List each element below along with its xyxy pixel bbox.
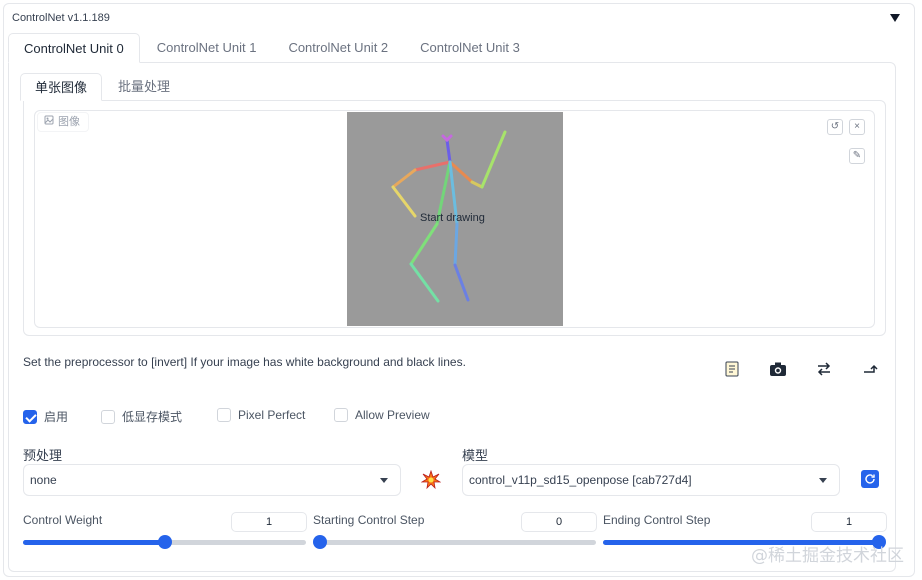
undo-icon[interactable]: ↺ — [827, 119, 843, 135]
pixel-perfect-checkbox-box[interactable] — [217, 408, 231, 422]
tab-controlnet-unit-1[interactable]: ControlNet Unit 1 — [142, 33, 272, 63]
lowvram-checkbox[interactable]: 低显存模式 — [101, 408, 182, 425]
enable-checkbox-box[interactable] — [23, 409, 37, 424]
explosion-icon[interactable] — [420, 469, 442, 490]
close-icon[interactable]: × — [849, 119, 865, 135]
tab-controlnet-unit-0[interactable]: ControlNet Unit 0 — [8, 33, 140, 63]
pose-head — [441, 134, 453, 143]
enable-checkbox[interactable]: 启用 — [23, 408, 68, 425]
tab-batch[interactable]: 批量处理 — [104, 73, 184, 101]
image-tab-bar: 单张图像 批量处理 — [20, 73, 186, 101]
swap-icon[interactable] — [812, 357, 836, 381]
pose-left-thigh — [409, 222, 439, 266]
pose-right-thigh — [453, 222, 459, 267]
pixel-perfect-checkbox[interactable]: Pixel Perfect — [217, 408, 305, 422]
allow-preview-checkbox-box[interactable] — [334, 408, 348, 422]
tab-single-image[interactable]: 单张图像 — [20, 73, 103, 101]
image-icon — [44, 113, 54, 131]
brush-icon[interactable]: ✎ — [849, 148, 865, 164]
unit-tab-bar: ControlNet Unit 0 ControlNet Unit 1 Cont… — [8, 33, 537, 63]
image-label: 图像 — [37, 112, 89, 132]
control-weight-thumb[interactable] — [157, 535, 172, 549]
model-label: 模型 — [462, 448, 489, 463]
control-weight-label: Control Weight — [23, 513, 103, 527]
ending-step-input[interactable]: 1 — [811, 512, 887, 532]
canvas-placeholder-text: Start drawing — [420, 212, 485, 224]
chevron-down-icon — [819, 478, 827, 483]
pose-left-shoulder — [413, 160, 452, 172]
tab-controlnet-unit-3[interactable]: ControlNet Unit 3 — [405, 33, 535, 63]
starting-step-input[interactable]: 0 — [521, 512, 597, 532]
image-label-text: 图像 — [58, 116, 80, 128]
lowvram-label: 低显存模式 — [122, 410, 183, 424]
watermark: @稀土掘金技术社区 — [751, 546, 904, 566]
tab-controlnet-unit-2[interactable]: ControlNet Unit 2 — [273, 33, 403, 63]
allow-preview-checkbox[interactable]: Allow Preview — [334, 408, 430, 422]
panel-title: ControlNet v1.1.189 — [12, 12, 110, 24]
preprocessor-label: 预处理 — [23, 448, 63, 463]
lowvram-checkbox-box[interactable] — [101, 409, 115, 424]
chevron-down-icon — [380, 478, 388, 483]
starting-step-thumb[interactable] — [313, 535, 327, 549]
pixel-perfect-label: Pixel Perfect — [238, 408, 306, 422]
pose-right-upper-arm — [470, 180, 484, 189]
collapse-arrow-icon[interactable] — [890, 14, 900, 22]
ending-step-label: Ending Control Step — [603, 513, 711, 527]
pose-right-shin — [453, 263, 470, 302]
refresh-icon[interactable] — [861, 470, 879, 488]
starting-step-slider[interactable] — [313, 535, 596, 549]
model-value: control_v11p_sd15_openpose [cab727d4] — [469, 473, 692, 487]
send-arrow-icon[interactable] — [858, 357, 882, 381]
pose-left-shin — [409, 262, 440, 303]
notepad-icon[interactable] — [720, 357, 744, 381]
pose-left-upper-arm — [391, 168, 417, 189]
model-select[interactable]: control_v11p_sd15_openpose [cab727d4] — [462, 464, 840, 496]
control-weight-slider[interactable] — [23, 535, 306, 549]
control-weight-input[interactable]: 1 — [231, 512, 307, 532]
preprocessor-select[interactable]: none — [23, 464, 401, 496]
enable-label: 启用 — [44, 410, 69, 424]
pose-neck — [445, 138, 452, 164]
allow-preview-label: Allow Preview — [355, 408, 430, 422]
starting-step-label: Starting Control Step — [313, 513, 425, 527]
preprocessor-hint: Set the preprocessor to [invert] If your… — [23, 355, 466, 369]
camera-icon[interactable] — [766, 357, 790, 381]
control-weight-fill — [23, 540, 165, 545]
preprocessor-value: none — [30, 473, 57, 487]
pose-right-forearm — [480, 130, 507, 189]
pose-left-forearm — [391, 185, 417, 218]
